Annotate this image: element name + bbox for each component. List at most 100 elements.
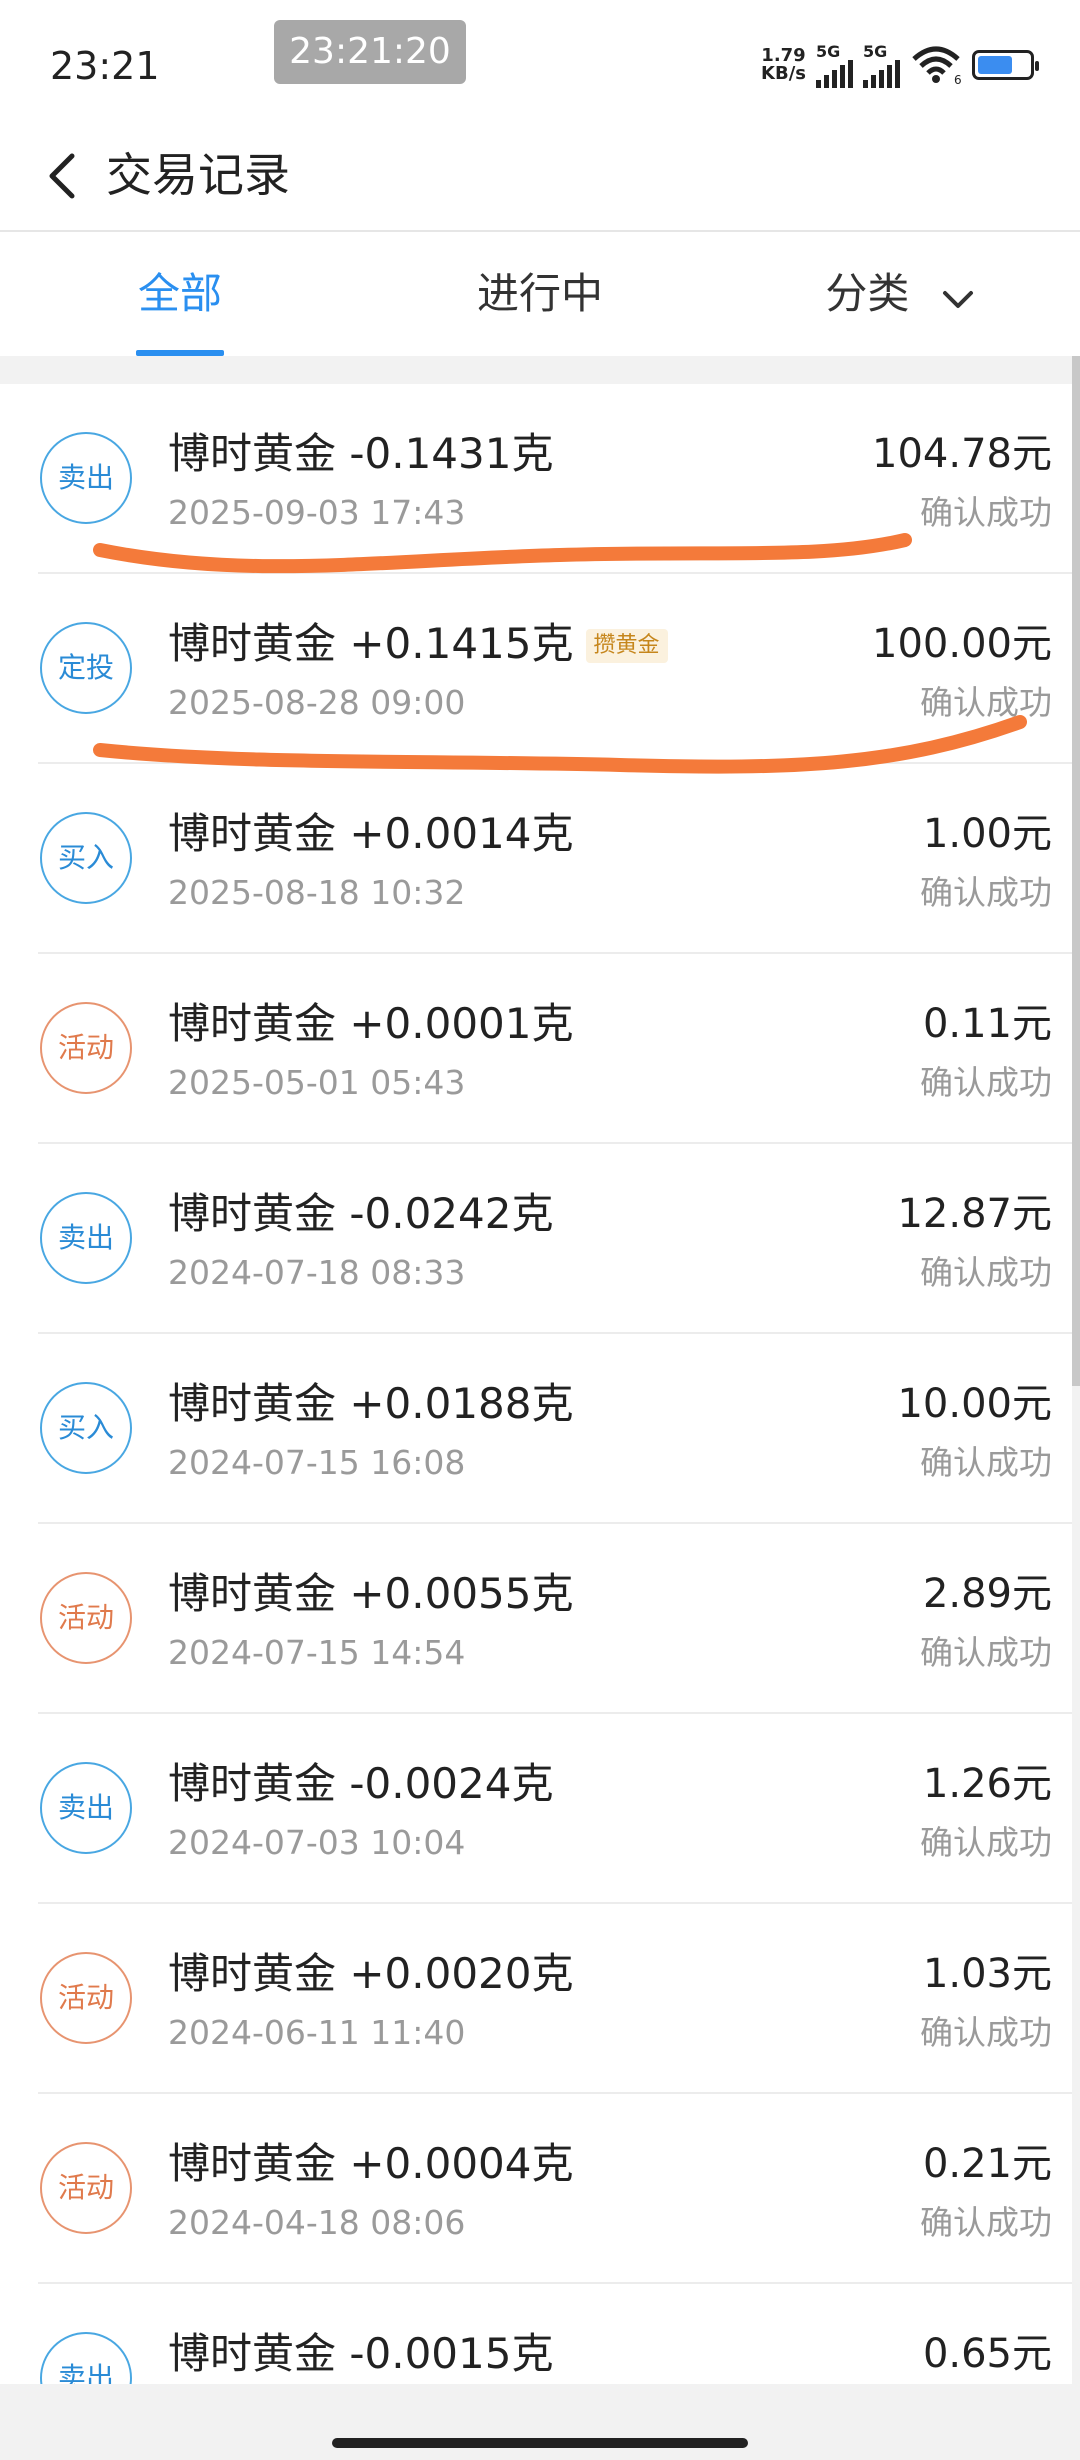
transaction-title-text: 博时黄金 +0.0001克 [168, 999, 574, 1048]
transaction-amount: 2.89元 [922, 1571, 1052, 1617]
transaction-tag: 攒黄金 [585, 629, 668, 663]
status-bar: 23:21 23:21:20 1.79 KB/s 5G 5G 6 [0, 0, 1080, 120]
list-item[interactable]: 卖出 博时黄金 -0.1431克 2025-09-03 17:43 104.78元 确认… [38, 384, 1072, 574]
transaction-status: 确认成功 [920, 1443, 1052, 1482]
transaction-amount: 1.26元 [922, 1761, 1052, 1807]
transaction-amount: 1.03元 [922, 1951, 1052, 1997]
transaction-title: 博时黄金 +0.0004克 [168, 2134, 574, 2194]
transaction-date: 2024-04-18 08:06 [168, 2203, 466, 2242]
scrollbar[interactable] [1072, 356, 1080, 1386]
list-item[interactable]: 买入 博时黄金 +0.0014克 2025-08-18 10:32 1.00元 确认成功 [38, 764, 1072, 954]
list-item[interactable]: 卖出 博时黄金 -0.0024克 2024-07-03 10:04 1.26元确认成功 [38, 1714, 1072, 1904]
transaction-title: 博时黄金 +0.0188克 [168, 1374, 574, 1434]
transaction-title: 博时黄金 +0.0014克 [168, 804, 574, 864]
net-speed: 1.79 KB/s [761, 47, 806, 83]
transaction-date: 2025-05-01 05:43 [168, 1063, 466, 1102]
transaction-date: 2025-08-28 09:00 [168, 683, 466, 722]
transaction-status: 确认成功 [920, 1633, 1052, 1672]
transaction-title-text: 博时黄金 -0.0024克 [168, 1759, 554, 1808]
transaction-type-badge: 活动 [40, 2142, 132, 2234]
transaction-amount: 12.87元 [897, 1191, 1052, 1237]
transaction-status: 确认成功 [920, 683, 1052, 722]
transaction-list[interactable]: 卖出 博时黄金 -0.1431克 2025-09-03 17:43 104.78元 确认… [0, 384, 1072, 2384]
transaction-amount: 100.00元 [872, 621, 1052, 667]
transaction-title: 博时黄金 +0.0055克 [168, 1564, 574, 1624]
transaction-title-text: 博时黄金 -0.0015克 [168, 2329, 554, 2378]
battery-icon [972, 50, 1039, 80]
transaction-status: 确认成功 [920, 2203, 1052, 2242]
transaction-title-text: 博时黄金 +0.0004克 [168, 2139, 574, 2188]
transaction-title-text: 博时黄金 +0.0020克 [168, 1949, 574, 1998]
transaction-title-text: 博时黄金 -0.0242克 [168, 1189, 554, 1238]
transaction-date: 2024-07-15 14:54 [168, 1633, 466, 1672]
transaction-title: 博时黄金 -0.0024克 [168, 1754, 553, 1814]
list-item[interactable]: 活动 博时黄金 +0.0001克 2025-05-01 05:43 0.11元确认成功 [38, 954, 1072, 1144]
list-item[interactable]: 活动 博时黄金 +0.0020克 2024-06-11 11:40 1.03元确认成功 [38, 1904, 1072, 2094]
tab-category[interactable]: 分类 [800, 232, 1000, 356]
transaction-title: 博时黄金 +0.0001克 [168, 994, 574, 1054]
transaction-type-badge: 活动 [40, 1952, 132, 2044]
transaction-amount: 0.21元 [922, 2141, 1052, 2187]
chevron-down-icon [941, 235, 975, 359]
filter-tabs: 全部 进行中 分类 [0, 232, 1080, 356]
tab-all[interactable]: 全部 [110, 232, 250, 356]
tab-in-progress[interactable]: 进行中 [440, 232, 640, 356]
section-gap [0, 356, 1080, 384]
signal-icon: 5G [863, 42, 900, 88]
status-time: 23:21 [50, 44, 160, 88]
transaction-amount: 10.00元 [897, 1381, 1052, 1427]
list-item[interactable]: 活动 博时黄金 +0.0004克 2024-04-18 08:06 0.21元确认成功 [38, 2094, 1072, 2284]
sim1-label: 5G [816, 42, 841, 61]
transaction-type-badge: 卖出 [40, 432, 132, 524]
net-speed-unit: KB/s [761, 63, 806, 84]
tab-label: 分类 [825, 269, 910, 318]
tab-label: 进行中 [476, 269, 603, 318]
transaction-type-badge: 买入 [40, 1382, 132, 1474]
transaction-type-badge: 活动 [40, 1572, 132, 1664]
transaction-title-text: 博时黄金 +0.0014克 [168, 809, 574, 858]
transaction-date: 2024-07-15 16:08 [168, 1443, 466, 1482]
transaction-amount: 0.65元 [922, 2331, 1052, 2377]
page-title: 交易记录 [106, 148, 290, 202]
list-item[interactable]: 活动 博时黄金 +0.0055克 2024-07-15 14:54 2.89元确认成功 [38, 1524, 1072, 1714]
transaction-title-text: 博时黄金 +0.0055克 [168, 1569, 574, 1618]
transaction-amount: 0.11元 [922, 1001, 1052, 1047]
back-arrow-icon[interactable] [36, 140, 96, 210]
wifi-icon: 6 [910, 45, 962, 85]
list-item[interactable]: 卖出 博时黄金 -0.0242克 2024-07-18 08:33 12.87元 确认成… [38, 1144, 1072, 1334]
transaction-status: 确认成功 [920, 1063, 1052, 1102]
list-item[interactable]: 买入 博时黄金 +0.0188克 2024-07-15 16:08 10.00元确认成… [38, 1334, 1072, 1524]
list-item[interactable]: 卖出博时黄金 -0.0015克2023-08-01 14:360.65元确认成功 [38, 2284, 1072, 2384]
home-indicator[interactable] [332, 2438, 748, 2448]
transaction-type-badge: 活动 [40, 1002, 132, 1094]
transaction-date: 2024-07-18 08:33 [168, 1253, 466, 1292]
transaction-type-badge: 卖出 [40, 2332, 132, 2384]
transaction-title: 博时黄金 -0.1431克 [168, 424, 553, 484]
wifi-label: 6 [954, 73, 962, 85]
transaction-amount: 1.00元 [922, 811, 1052, 857]
list-item[interactable]: 定投 博时黄金 +0.1415克 攒黄金 2025-08-28 09:00 100.00… [38, 574, 1072, 764]
tab-label: 全部 [137, 269, 222, 318]
transaction-title-text: 博时黄金 +0.1415克 [168, 619, 574, 668]
transaction-date: 2024-06-11 11:40 [168, 2013, 466, 2052]
transaction-title: 博时黄金 +0.0020克 [168, 1944, 574, 2004]
transaction-status: 确认成功 [920, 493, 1052, 532]
transaction-title: 博时黄金 -0.0015克 [168, 2324, 553, 2384]
screenshot-time-overlay: 23:21:20 [274, 20, 466, 84]
transaction-date: 2025-09-03 17:43 [168, 493, 466, 532]
transaction-status: 确认成功 [920, 873, 1052, 912]
transaction-date: 2024-07-03 10:04 [168, 1823, 466, 1862]
transaction-title: 博时黄金 -0.0242克 [168, 1184, 553, 1244]
transaction-type-badge: 定投 [40, 622, 132, 714]
status-icons: 1.79 KB/s 5G 5G 6 [761, 40, 1039, 90]
transaction-title-text: 博时黄金 +0.0188克 [168, 1379, 574, 1428]
transaction-title-text: 博时黄金 -0.1431克 [168, 429, 554, 478]
transaction-title: 博时黄金 +0.1415克 攒黄金 [168, 614, 668, 674]
page-header: 交易记录 [0, 120, 1080, 232]
transaction-type-badge: 买入 [40, 812, 132, 904]
transaction-type-badge: 卖出 [40, 1762, 132, 1854]
transaction-status: 确认成功 [920, 2013, 1052, 2052]
transaction-status: 确认成功 [920, 1823, 1052, 1862]
signal-icon: 5G [816, 42, 853, 88]
sim2-label: 5G [863, 42, 888, 61]
